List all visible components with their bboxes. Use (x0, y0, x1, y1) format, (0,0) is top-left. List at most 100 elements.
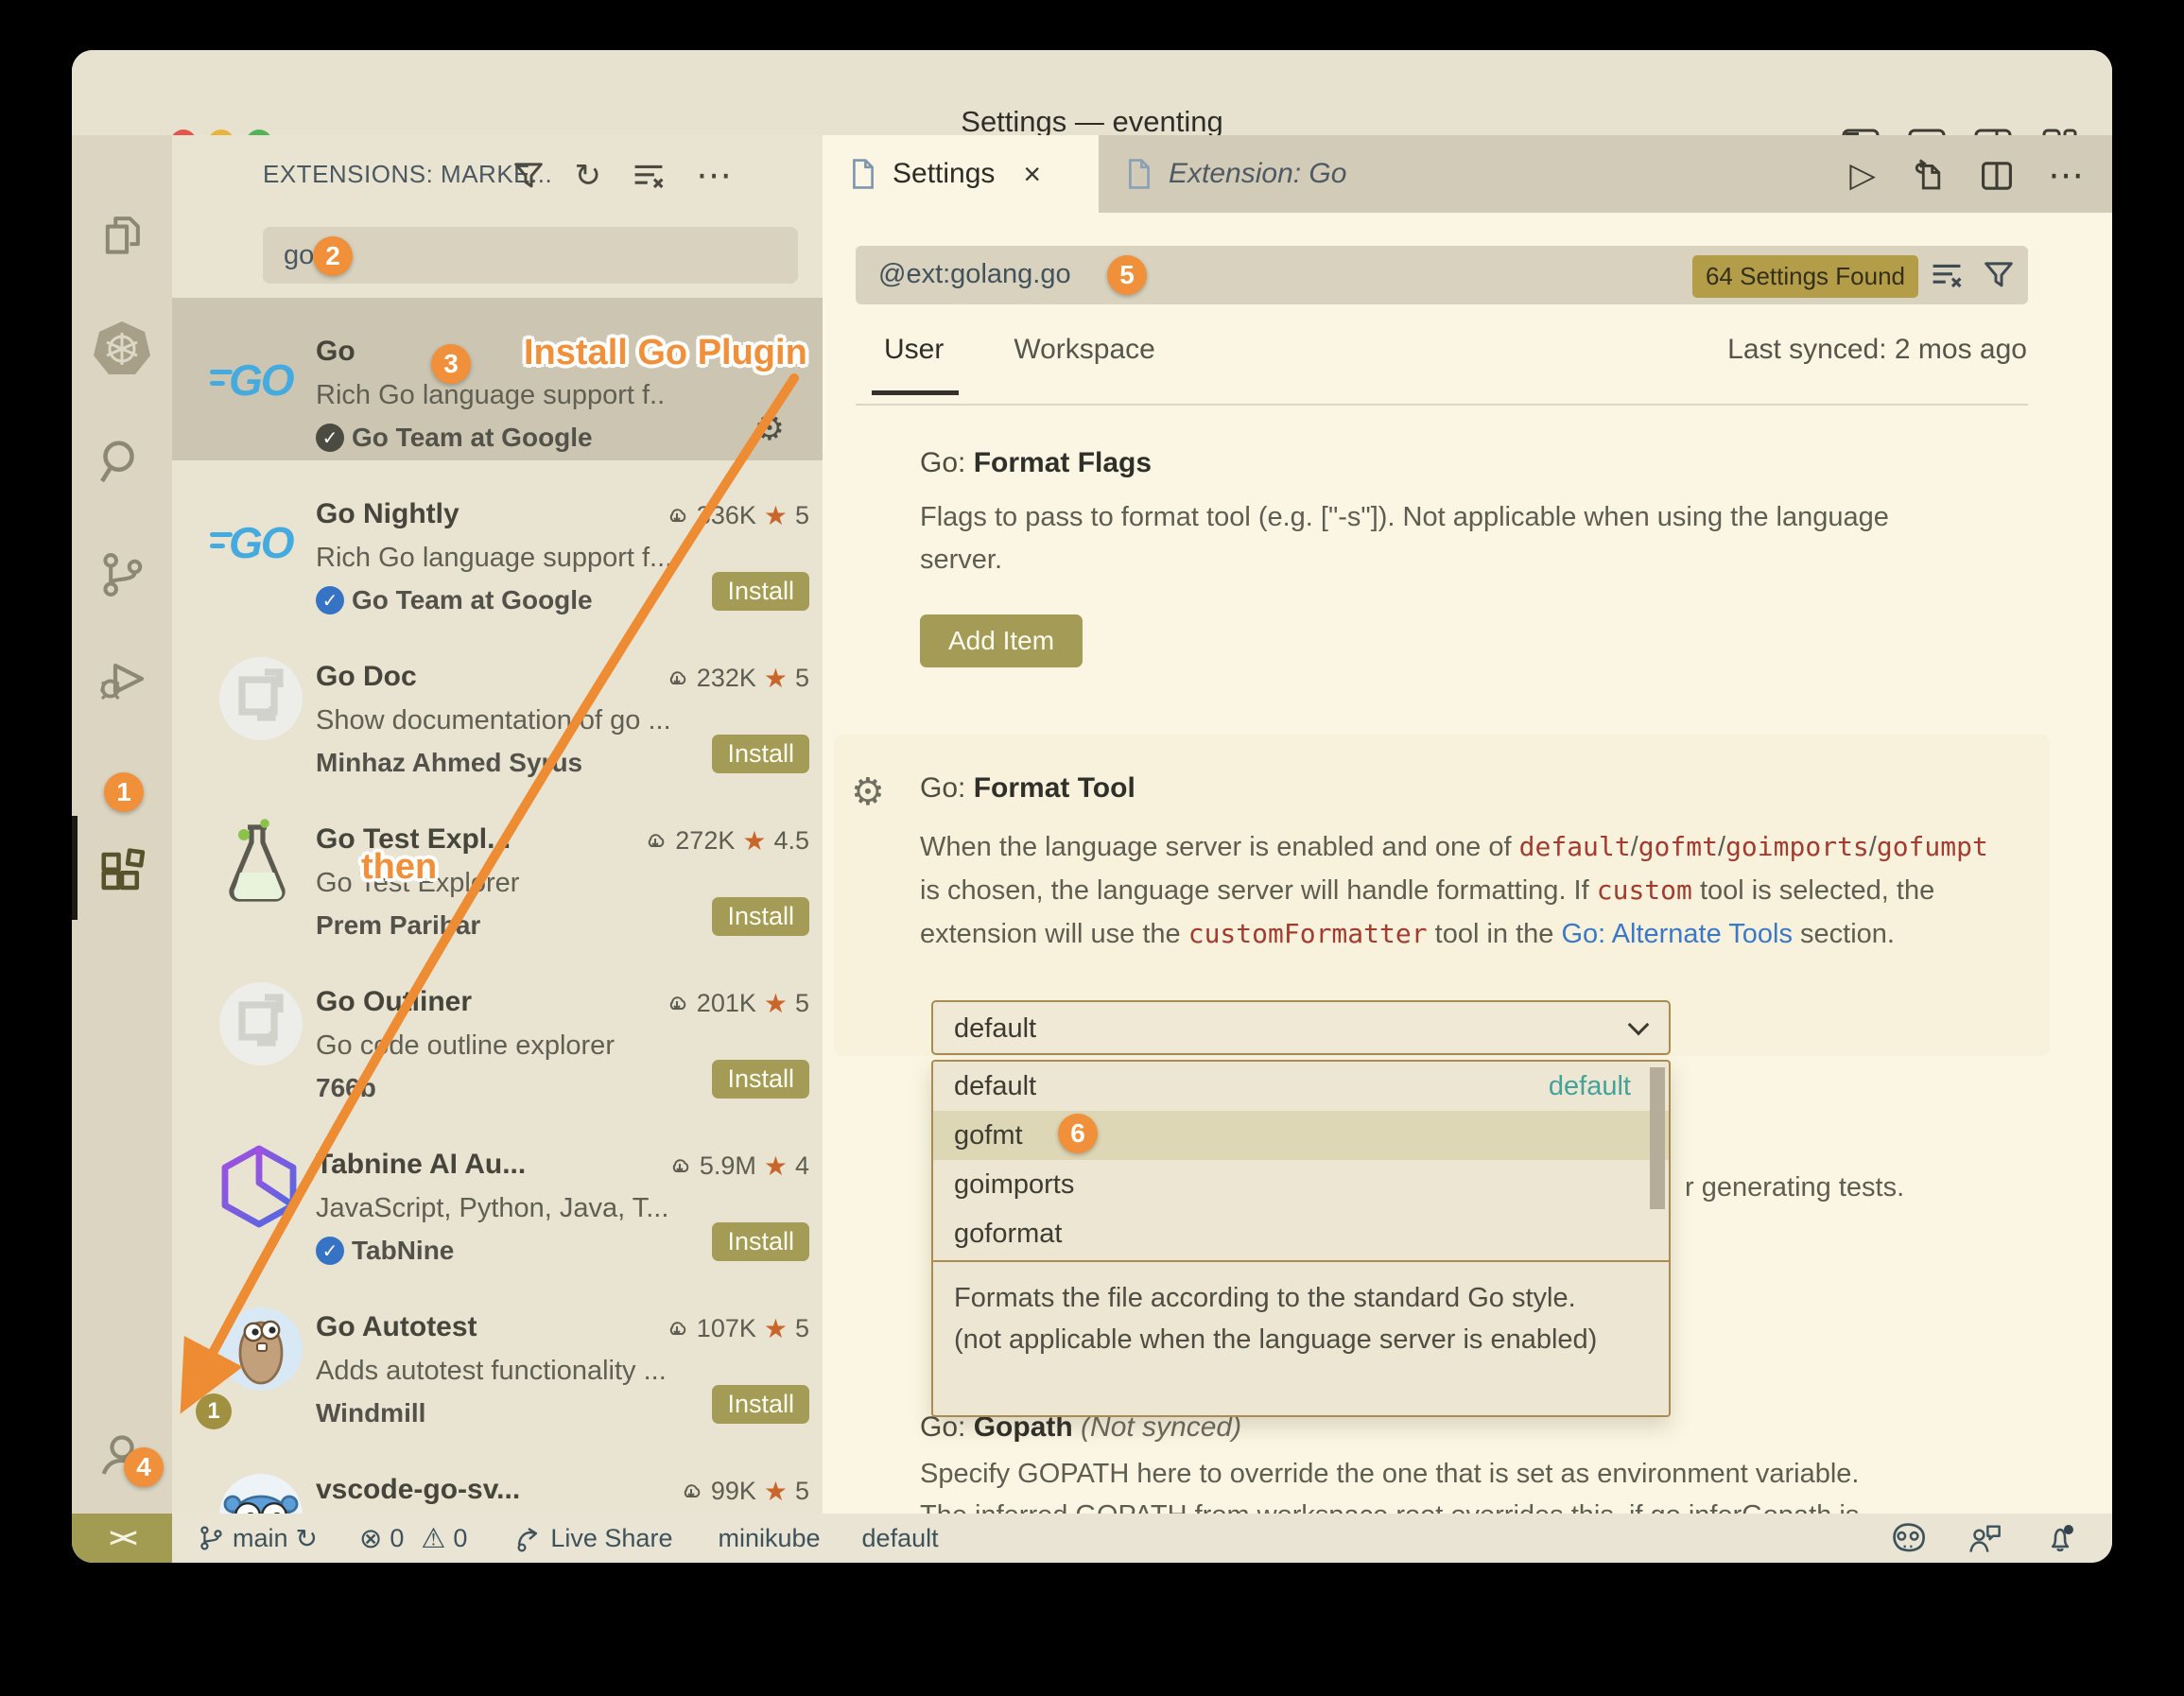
star-icon: ★ (764, 1313, 788, 1344)
download-count: 99K (711, 1477, 756, 1506)
settings-search-input[interactable]: @ext:golang.go 64 Settings Found (856, 246, 2028, 304)
install-button[interactable]: Install (712, 1060, 809, 1099)
kube-context-status-item[interactable]: minikube (718, 1524, 820, 1553)
extension-manage-gear-icon[interactable]: ⚙ (754, 409, 785, 448)
sidebar-title: EXTENSIONS: MARKE... (263, 160, 552, 189)
extension-icon (216, 1141, 306, 1245)
title-bar: Settings — eventing (72, 50, 2112, 135)
install-button[interactable]: Install (712, 1222, 809, 1261)
kubernetes-icon[interactable] (72, 303, 172, 393)
window-title: Settings — eventing (72, 105, 2112, 139)
extension-description: Go code outline explorer (316, 1030, 807, 1062)
clear-extension-search-icon[interactable] (632, 160, 666, 192)
extension-name: Tabnine AI Au... (316, 1149, 526, 1181)
refresh-icon[interactable]: ↻ (575, 157, 602, 195)
run-settings-icon[interactable]: ▷ (1849, 156, 1876, 195)
tab-label: Extension: Go (1169, 158, 1346, 190)
dropdown-option-default[interactable]: defaultdefault (933, 1062, 1669, 1111)
filter-settings-icon[interactable] (1983, 259, 2015, 291)
tab-extension-go[interactable]: Extension: Go (1099, 135, 1430, 213)
split-editor-icon[interactable] (1980, 159, 2014, 193)
extension-stats: 232K ★ 5 (665, 663, 809, 694)
divider (856, 404, 2028, 406)
open-settings-json-icon[interactable] (1910, 157, 1946, 195)
github-icon[interactable] (1889, 1521, 1927, 1555)
setting-format-flags-description: Flags to pass to format tool (e.g. ["-s"… (920, 496, 1941, 581)
extension-list-item[interactable]: GOGo Nightly 336K ★ 5Rich Go language su… (172, 460, 823, 623)
live-share-status-item[interactable]: Live Share (514, 1523, 672, 1553)
extension-icon (216, 978, 306, 1082)
extension-description: Adds autotest functionality ... (316, 1356, 807, 1387)
rating: 4 (795, 1151, 809, 1181)
remote-indicator[interactable]: >< (72, 1514, 172, 1563)
editor-more-actions-icon[interactable]: ⋯ (2048, 154, 2084, 197)
dropdown-option-goformat[interactable]: goformat (933, 1209, 1669, 1258)
rating: 5 (795, 501, 809, 530)
extension-list-item[interactable]: Go Outliner 201K ★ 5Go code outline expl… (172, 948, 823, 1111)
notifications-bell-icon[interactable] (2042, 1520, 2078, 1556)
settings-editor: @ext:golang.go 64 Settings Found User Wo… (823, 213, 2112, 1514)
extension-stats: 201K ★ 5 (665, 988, 809, 1019)
obscured-setting-fragment: r generating tests. (1685, 1172, 1904, 1203)
close-tab-icon[interactable]: × (1023, 157, 1041, 192)
extension-stats: 5.9M ★ 4 (667, 1151, 809, 1182)
feedback-icon[interactable] (1967, 1521, 2002, 1555)
add-item-button[interactable]: Add Item (920, 614, 1083, 667)
search-icon[interactable] (72, 416, 172, 507)
dropdown-scrollbar[interactable] (1650, 1067, 1665, 1209)
download-count: 272K (675, 826, 735, 856)
extension-list-item[interactable]: Tabnine AI Au... 5.9M ★ 4 JavaScript, Pyt… (172, 1111, 823, 1273)
clear-settings-search-icon[interactable] (1930, 259, 1964, 291)
alternate-tools-link[interactable]: Go: Alternate Tools (1561, 919, 1793, 949)
scope-tab-workspace[interactable]: Workspace (1014, 334, 1155, 366)
dropdown-option-goimports[interactable]: goimports (933, 1160, 1669, 1209)
extension-icon: GO (216, 328, 306, 432)
install-button[interactable]: Install (712, 897, 809, 936)
run-debug-icon[interactable] (72, 633, 172, 724)
live-share-label: Live Share (550, 1524, 672, 1553)
extension-icon (216, 1466, 306, 1514)
format-tool-select[interactable]: default (931, 1000, 1671, 1055)
setting-format-tool-description: When the language server is enabled and … (920, 825, 1988, 956)
filter-icon[interactable] (512, 160, 545, 192)
sidebar-header: EXTENSIONS: MARKE... ↻ ⋯ (172, 135, 823, 213)
extension-stats: 336K ★ 5 (665, 500, 809, 531)
errors-count: 0 (390, 1524, 404, 1553)
setting-gear-icon[interactable]: ⚙ (851, 770, 885, 814)
annotation-step-1: 1 (104, 772, 144, 812)
rating: 5 (795, 1477, 809, 1506)
extension-description: Rich Go language support f... (316, 543, 807, 574)
install-button[interactable]: Install (712, 572, 809, 611)
scope-tab-user[interactable]: User (884, 334, 944, 366)
dropdown-option-description: Formats the file according to the standa… (954, 1277, 1616, 1360)
more-actions-icon[interactable]: ⋯ (696, 154, 732, 197)
extension-publisher: ✓Go Team at Google (316, 423, 593, 453)
tab-settings[interactable]: Settings × (823, 135, 1099, 213)
star-icon: ★ (764, 663, 788, 694)
extension-list-item[interactable]: vscode-go-sv... 99K ★ 5 (172, 1436, 823, 1514)
extension-list-item[interactable]: GOGoRich Go language support f..✓Go Team… (172, 298, 823, 460)
dropdown-option-gofmt[interactable]: gofmt (933, 1111, 1669, 1160)
extension-list-item[interactable]: Go Autotest 107K ★ 5Adds autotest functi… (172, 1273, 823, 1436)
extension-description: Rich Go language support f.. (316, 380, 807, 411)
extension-icon (216, 816, 306, 920)
tab-label: Settings (893, 158, 995, 190)
source-control-icon[interactable] (72, 529, 172, 620)
problems-status-item[interactable]: ⊗ 0 ⚠ 0 (359, 1522, 467, 1554)
extension-publisher: ✓Go Team at Google (316, 585, 593, 615)
star-icon: ★ (764, 1151, 788, 1182)
branch-status-item[interactable]: main ↻ (197, 1522, 318, 1554)
setting-gopath-description-line2: The inferred GOPATH from workspace root … (920, 1495, 2112, 1514)
extension-list-item[interactable]: Go Test Expl... 272K ★ 4.5Go Test Explor… (172, 786, 823, 948)
verified-publisher-icon: ✓ (316, 1237, 344, 1265)
extension-stats: 99K ★ 5 (679, 1476, 809, 1507)
extension-description: JavaScript, Python, Java, T... (316, 1193, 807, 1224)
install-button[interactable]: Install (712, 735, 809, 773)
explorer-icon[interactable] (72, 189, 172, 280)
install-button[interactable]: Install (712, 1385, 809, 1424)
rating: 5 (795, 989, 809, 1018)
extensions-icon[interactable] (72, 822, 172, 913)
kube-namespace-status-item[interactable]: default (862, 1524, 939, 1553)
option-default-detail: default (1549, 1071, 1631, 1102)
extension-list-item[interactable]: Go Doc 232K ★ 5Show documentation of go … (172, 623, 823, 786)
